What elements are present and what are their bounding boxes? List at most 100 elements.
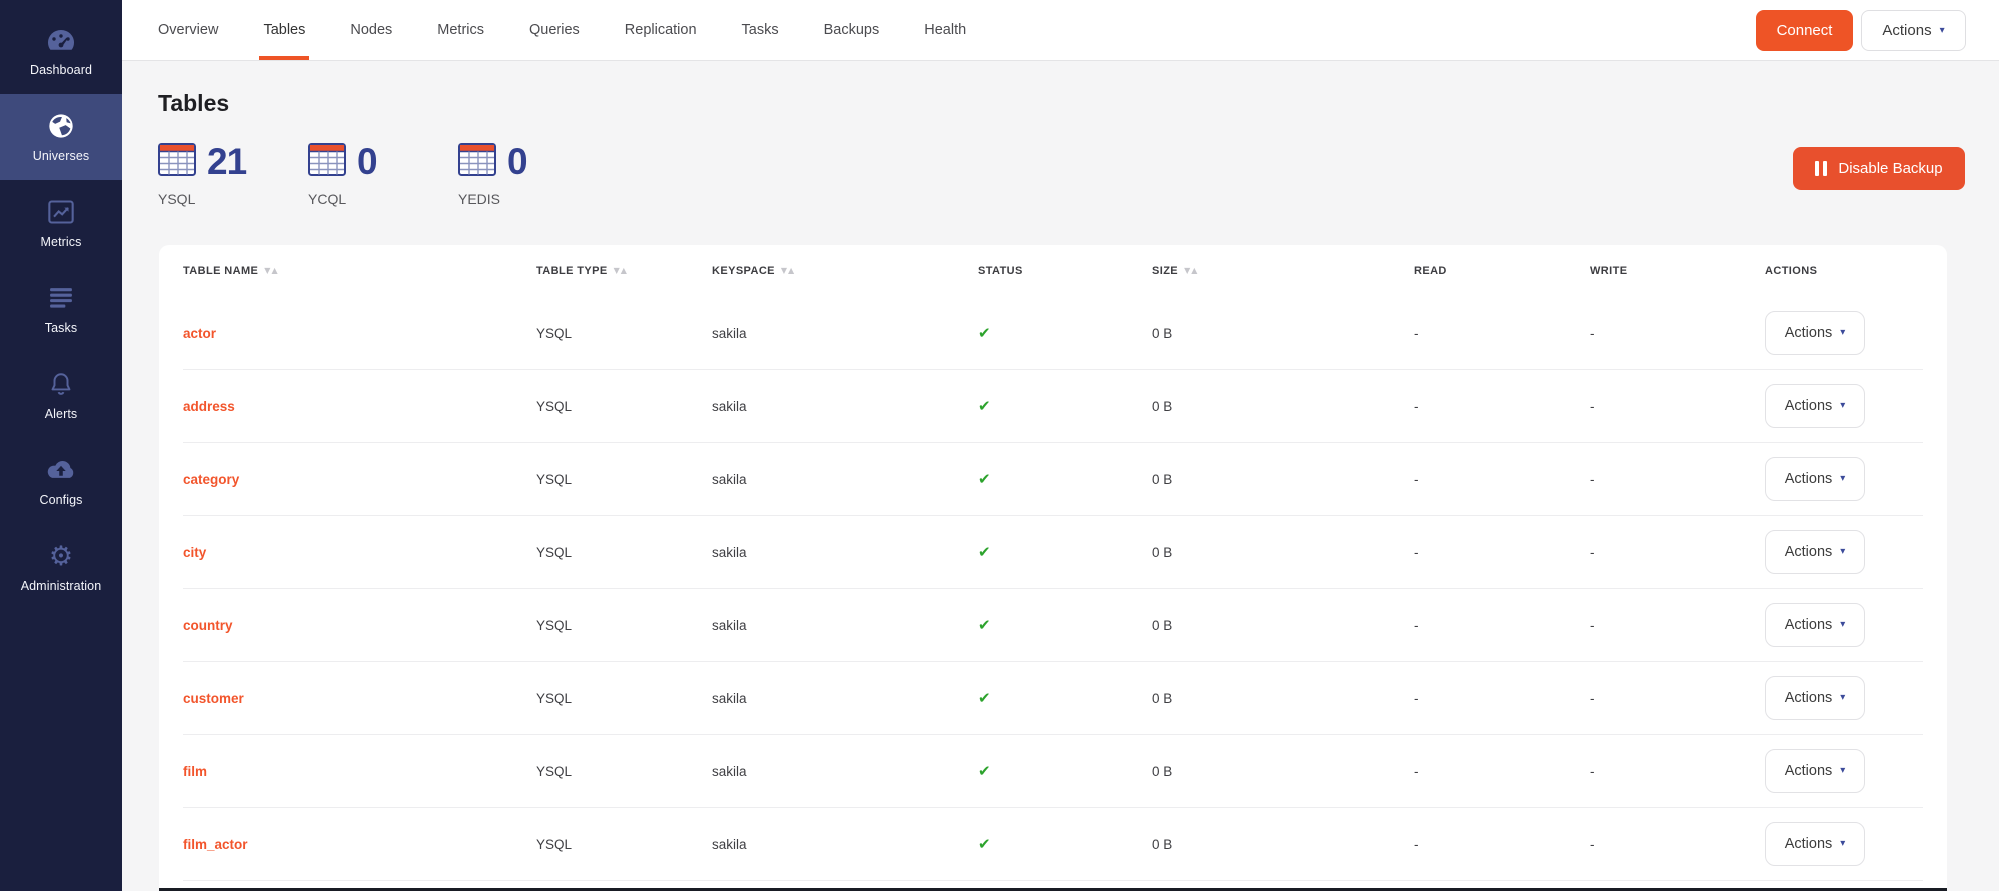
tab-replication[interactable]: Replication [625, 0, 697, 60]
table-name-link[interactable]: category [183, 472, 536, 487]
status-ok-icon: ✔ [978, 835, 1152, 853]
size-cell: 0 B [1152, 545, 1414, 560]
table-row: actor YSQL sakila ✔ 0 B - - Actions ▾ [183, 297, 1923, 370]
tab-overview[interactable]: Overview [158, 0, 218, 60]
status-ok-icon: ✔ [978, 324, 1152, 342]
keyspace-cell: sakila [712, 472, 978, 487]
sort-icon: ▼▲ [264, 266, 278, 275]
ysql-count: 21 [207, 143, 246, 180]
write-cell: - [1590, 545, 1765, 560]
row-actions-button[interactable]: Actions ▾ [1765, 749, 1865, 793]
size-cell: 0 B [1152, 837, 1414, 852]
status-ok-icon: ✔ [978, 543, 1152, 561]
keyspace-cell: sakila [712, 837, 978, 852]
chevron-down-icon: ▾ [1840, 839, 1845, 849]
chevron-down-icon: ▾ [1840, 547, 1845, 557]
chevron-down-icon: ▾ [1940, 26, 1945, 36]
sidebar: Dashboard Universes Metrics [0, 0, 122, 891]
universe-tabs: Overview Tables Nodes Metrics Queries Re… [158, 0, 966, 60]
row-actions-button[interactable]: Actions ▾ [1765, 603, 1865, 647]
sidebar-item-configs[interactable]: Configs [0, 438, 122, 524]
size-cell: 0 B [1152, 399, 1414, 414]
list-icon [47, 283, 75, 313]
table-grid-icon [158, 143, 196, 181]
read-cell: - [1414, 691, 1590, 706]
column-header-table-name[interactable]: Table Name▼▲ [183, 265, 536, 277]
ycql-label: YCQL [308, 191, 458, 207]
table-type-cell: YSQL [536, 399, 712, 414]
sort-icon: ▼▲ [781, 266, 795, 275]
table-row: film YSQL sakila ✔ 0 B - - Actions ▾ [183, 735, 1923, 808]
table-name-link[interactable]: actor [183, 326, 536, 341]
sidebar-item-administration[interactable]: ⚙ Administration [0, 524, 122, 610]
table-header-row: Table Name▼▲ Table Type▼▲ Keyspace▼▲ Sta… [183, 245, 1923, 297]
chevron-down-icon: ▾ [1840, 620, 1845, 630]
table-name-link[interactable]: film_actor [183, 837, 536, 852]
row-actions-button[interactable]: Actions ▾ [1765, 457, 1865, 501]
column-header-actions: Actions [1765, 265, 1923, 277]
table-name-link[interactable]: city [183, 545, 536, 560]
write-cell: - [1590, 618, 1765, 633]
sidebar-item-label: Tasks [45, 321, 77, 335]
row-actions-button[interactable]: Actions ▾ [1765, 311, 1865, 355]
tab-backups[interactable]: Backups [824, 0, 880, 60]
tab-tasks[interactable]: Tasks [742, 0, 779, 60]
sort-icon: ▼▲ [614, 266, 628, 275]
universe-actions-label: Actions [1882, 22, 1931, 39]
keyspace-cell: sakila [712, 326, 978, 341]
navbar-buttons: Connect Actions ▾ [1756, 10, 1966, 51]
sidebar-item-alerts[interactable]: Alerts [0, 352, 122, 438]
status-ok-icon: ✔ [978, 616, 1152, 634]
sidebar-item-tasks[interactable]: Tasks [0, 266, 122, 352]
table-type-cell: YSQL [536, 618, 712, 633]
stat-ysql: 21 YSQL [158, 143, 308, 207]
table-type-cell: YSQL [536, 472, 712, 487]
sidebar-item-label: Dashboard [30, 63, 92, 77]
row-actions-button[interactable]: Actions ▾ [1765, 530, 1865, 574]
table-name-link[interactable]: country [183, 618, 536, 633]
yedis-label: YEDIS [458, 191, 608, 207]
disable-backup-label: Disable Backup [1838, 160, 1942, 177]
tab-nodes[interactable]: Nodes [350, 0, 392, 60]
sidebar-item-universes[interactable]: Universes [0, 94, 122, 180]
disable-backup-button[interactable]: Disable Backup [1793, 147, 1965, 190]
column-header-keyspace[interactable]: Keyspace▼▲ [712, 265, 978, 277]
tab-metrics[interactable]: Metrics [437, 0, 484, 60]
tab-queries[interactable]: Queries [529, 0, 580, 60]
universe-actions-button[interactable]: Actions ▾ [1861, 10, 1966, 51]
chevron-down-icon: ▾ [1840, 401, 1845, 411]
status-ok-icon: ✔ [978, 397, 1152, 415]
column-header-table-type[interactable]: Table Type▼▲ [536, 265, 712, 277]
tab-health[interactable]: Health [924, 0, 966, 60]
pause-icon [1815, 161, 1827, 176]
size-cell: 0 B [1152, 472, 1414, 487]
sidebar-item-dashboard[interactable]: Dashboard [0, 8, 122, 94]
top-navbar: Overview Tables Nodes Metrics Queries Re… [122, 0, 1999, 61]
keyspace-cell: sakila [712, 764, 978, 779]
table-stats: 21 YSQL 0 YCQL [158, 143, 608, 207]
chevron-down-icon: ▾ [1840, 766, 1845, 776]
connect-button[interactable]: Connect [1756, 10, 1853, 51]
table-type-cell: YSQL [536, 691, 712, 706]
row-actions-button[interactable]: Actions ▾ [1765, 676, 1865, 720]
chevron-down-icon: ▾ [1840, 474, 1845, 484]
column-header-size[interactable]: Size▼▲ [1152, 265, 1414, 277]
chevron-down-icon: ▾ [1840, 693, 1845, 703]
row-actions-button[interactable]: Actions ▾ [1765, 384, 1865, 428]
main-content: Tables 21 YSQL [122, 61, 1999, 891]
gear-icon: ⚙ [49, 541, 73, 571]
table-name-link[interactable]: film [183, 764, 536, 779]
size-cell: 0 B [1152, 764, 1414, 779]
sidebar-item-label: Metrics [41, 235, 82, 249]
tab-tables[interactable]: Tables [263, 0, 305, 60]
page-title: Tables [158, 90, 229, 117]
table-name-link[interactable]: customer [183, 691, 536, 706]
table-row: customer YSQL sakila ✔ 0 B - - Actions ▾ [183, 662, 1923, 735]
write-cell: - [1590, 399, 1765, 414]
sidebar-item-metrics[interactable]: Metrics [0, 180, 122, 266]
write-cell: - [1590, 764, 1765, 779]
write-cell: - [1590, 472, 1765, 487]
table-name-link[interactable]: address [183, 399, 536, 414]
row-actions-button[interactable]: Actions ▾ [1765, 822, 1865, 866]
table-row: country YSQL sakila ✔ 0 B - - Actions ▾ [183, 589, 1923, 662]
